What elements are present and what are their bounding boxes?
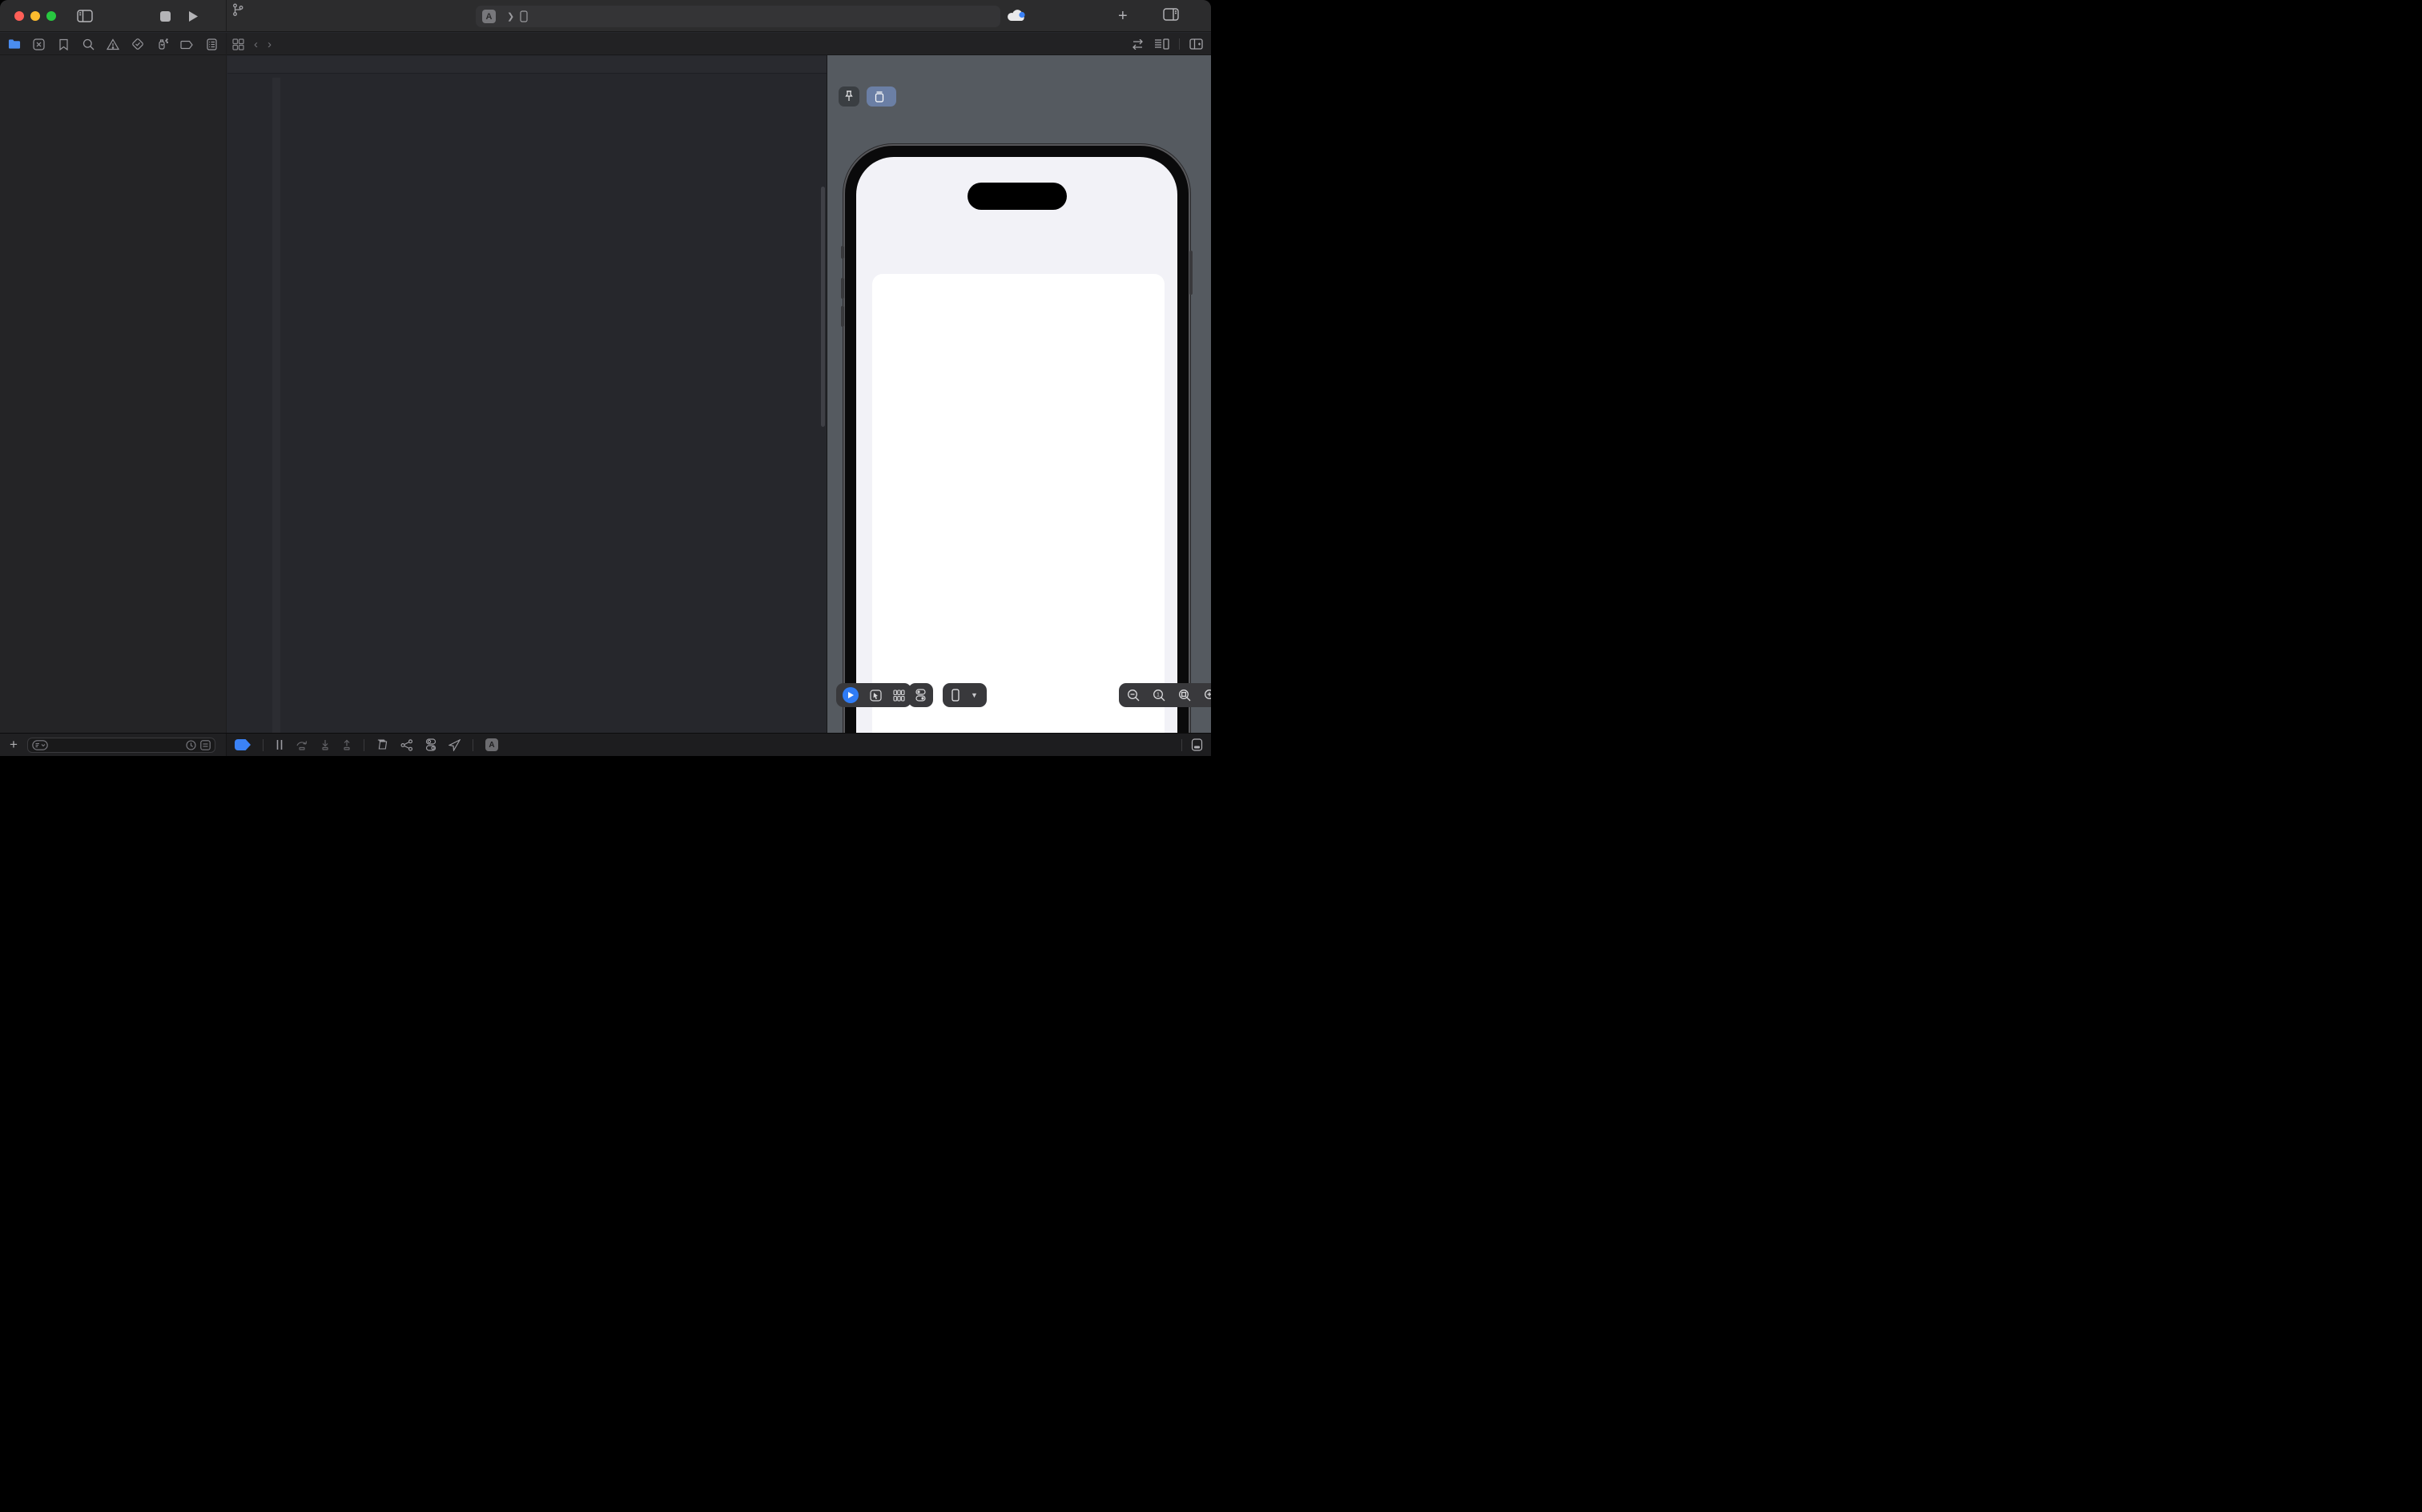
breakpoints-toggle-button[interactable]	[235, 739, 251, 750]
tab-overview-icon[interactable]	[227, 33, 249, 55]
code-editor[interactable]	[227, 74, 827, 733]
filter-menu-icon	[32, 739, 48, 750]
debug-bar: A	[227, 734, 504, 756]
stop-button[interactable]	[160, 10, 171, 22]
back-button[interactable]: ‹	[249, 33, 263, 55]
close-window-button[interactable]	[14, 11, 24, 21]
navigator-filter-bar: +	[0, 734, 227, 756]
preview-device-selector[interactable]: ▼	[943, 683, 987, 707]
navtab-row: ‹ ›	[0, 33, 1211, 55]
editor-layout-icon[interactable]	[1191, 738, 1203, 751]
branch-icon	[232, 3, 243, 17]
issues-navigator-icon[interactable]	[107, 38, 119, 50]
changes-navigator-icon[interactable]	[33, 38, 46, 50]
filter-field[interactable]	[26, 737, 215, 753]
phone-volume-down-button	[841, 306, 844, 327]
library-add-button[interactable]: +	[1118, 7, 1128, 26]
project-navigator-icon[interactable]	[8, 38, 21, 50]
xcode-window: A ❯ + ‹ › ▼ 1 + A	[0, 0, 1211, 756]
toolbar-left	[0, 0, 227, 32]
selectable-preview-button[interactable]	[870, 689, 882, 702]
status-bar: + A	[0, 733, 1211, 756]
zoom-window-button[interactable]	[46, 11, 56, 21]
window-title-group	[232, 3, 249, 17]
toggle-inspector-icon[interactable]	[1163, 8, 1179, 21]
simulate-location-button[interactable]	[449, 738, 461, 751]
memory-graph-button[interactable]	[400, 738, 413, 751]
preview-mode-group	[836, 683, 911, 707]
project-navigator	[0, 55, 227, 733]
step-into-button[interactable]	[320, 739, 330, 750]
device-settings-button[interactable]	[908, 683, 933, 707]
run-button[interactable]	[188, 10, 199, 22]
debug-navigator-icon[interactable]	[156, 38, 169, 50]
step-over-button[interactable]	[296, 739, 308, 750]
breakpoints-navigator-icon[interactable]	[180, 38, 194, 50]
chevron-down-icon: ▼	[971, 691, 978, 699]
scheme-bar[interactable]: A ❯	[476, 6, 1000, 27]
dynamic-island	[967, 183, 1067, 210]
preview-canvas: ▼ 1	[827, 55, 1211, 733]
pin-preview-button[interactable]	[839, 86, 859, 107]
phone-volume-up-button	[841, 278, 844, 299]
add-file-button[interactable]: +	[10, 737, 18, 753]
preview-canvas-icon	[875, 90, 884, 103]
live-preview-button[interactable]	[843, 687, 859, 703]
phone-action-button	[841, 246, 844, 259]
environment-overrides-button[interactable]	[425, 738, 437, 751]
variants-preview-button[interactable]	[893, 689, 905, 702]
find-navigator-icon[interactable]	[82, 38, 95, 50]
reports-navigator-icon[interactable]	[205, 38, 218, 50]
preview-zoom-group: 1	[1119, 683, 1211, 707]
app-icon: A	[482, 10, 496, 23]
jump-bar[interactable]	[227, 56, 827, 74]
minimize-window-button[interactable]	[30, 11, 40, 21]
source-control-filter-icon	[200, 739, 211, 750]
zoom-100-button[interactable]: 1	[1153, 689, 1165, 702]
phone-side-button	[1189, 251, 1193, 295]
process-app-icon: A	[485, 738, 498, 751]
related-items-icon[interactable]	[1131, 38, 1145, 50]
forward-button[interactable]: ›	[263, 33, 276, 55]
editor-scrollbar[interactable]	[821, 187, 825, 427]
toggle-navigator-icon[interactable]	[77, 10, 93, 22]
landmark-list-card	[872, 274, 1165, 733]
zoom-in-button[interactable]	[1204, 689, 1211, 702]
iphone-preview-frame	[841, 144, 1193, 733]
phone-screen	[856, 157, 1177, 733]
bookmarks-navigator-icon[interactable]	[58, 38, 70, 50]
phone-icon	[952, 689, 960, 702]
view-hierarchy-button[interactable]	[376, 738, 388, 751]
svg-text:1: 1	[1157, 693, 1160, 698]
tab-bar: ‹ ›	[227, 33, 1211, 55]
chevron-separator: ❯	[507, 12, 515, 22]
tests-navigator-icon[interactable]	[131, 38, 144, 50]
zoom-out-button[interactable]	[1127, 689, 1140, 702]
editor-options-icon[interactable]	[1154, 38, 1169, 50]
code-folding-ribbon	[272, 78, 280, 733]
toolbar: A ❯ +	[0, 0, 1211, 32]
recent-files-icon	[186, 739, 196, 750]
tab-right-controls	[1131, 33, 1211, 55]
preview-target-pill[interactable]	[867, 86, 896, 107]
zoom-fit-button[interactable]	[1178, 689, 1191, 702]
navigator-strip	[0, 33, 227, 55]
cloud-status-icon	[1006, 8, 1027, 24]
pause-button[interactable]	[276, 739, 284, 750]
device-icon	[520, 10, 528, 22]
step-out-button[interactable]	[342, 739, 352, 750]
running-process-label[interactable]: A	[485, 738, 504, 751]
add-editor-icon[interactable]	[1189, 38, 1203, 50]
